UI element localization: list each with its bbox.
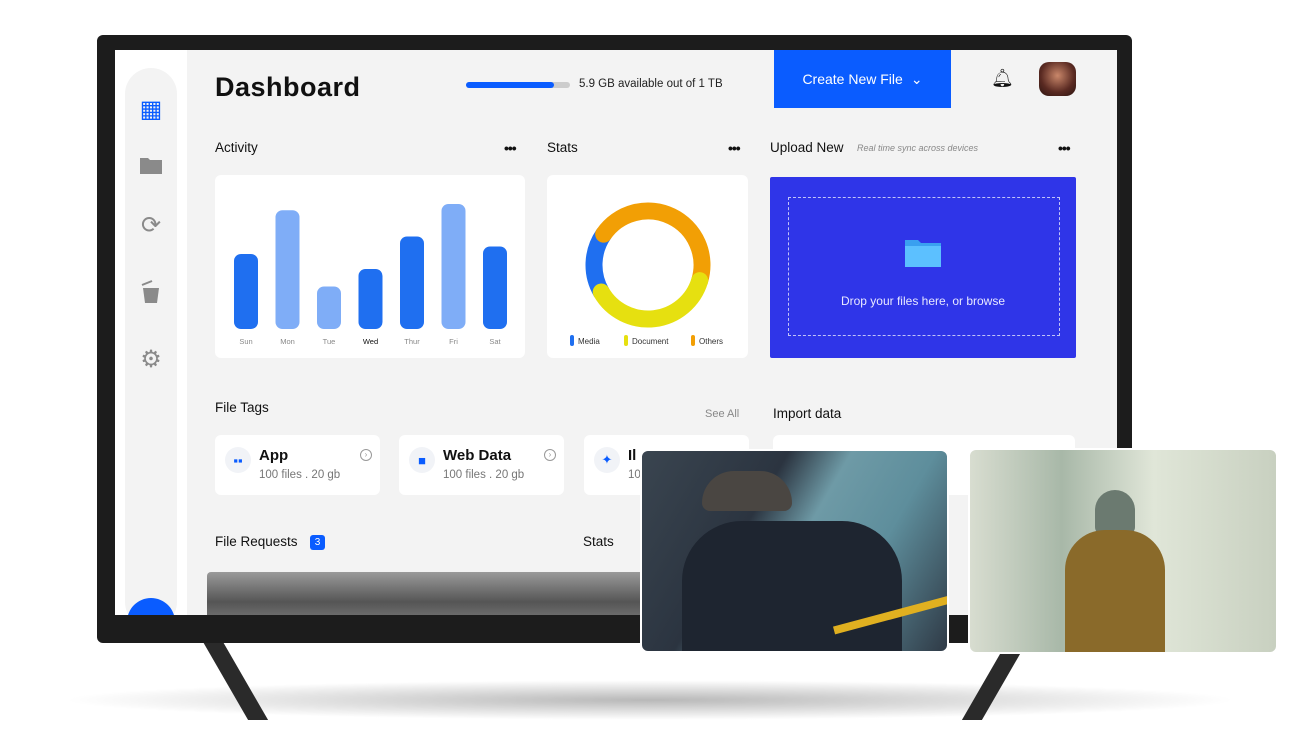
tag-sub: 10 <box>628 469 641 481</box>
page-title: Dashboard <box>215 72 361 102</box>
sidebar: ▦ ⟳ ⚙ <box>115 50 187 615</box>
avatar[interactable] <box>1039 62 1076 96</box>
activity-menu-icon[interactable]: ••• <box>504 140 517 156</box>
stats-title: Stats <box>547 140 578 155</box>
tag-name: App <box>259 447 289 464</box>
bar-fri <box>441 204 466 329</box>
storage-text: 5.9 GB available out of 1 TB <box>579 78 723 90</box>
legend-swatch <box>624 335 628 346</box>
import-data-title: Import data <box>773 406 842 421</box>
dashboard-icon[interactable]: ▦ <box>137 95 165 123</box>
dashboard-screen: ▦ ⟳ ⚙ Dashboard 5.9 GB available out of … <box>115 50 1117 615</box>
legend-swatch <box>691 335 695 346</box>
photo-fishermen <box>640 449 949 653</box>
upload-dropzone[interactable]: Drop your files here, or browse <box>770 177 1076 358</box>
create-new-file-button[interactable]: Create New File ⌄ <box>774 50 951 108</box>
file-tag-web-data[interactable]: ■ Web Data 100 files . 20 gb › <box>399 435 564 495</box>
legend-label: Media <box>578 337 600 346</box>
stats-menu-icon[interactable]: ••• <box>728 140 741 156</box>
legend-label: Others <box>699 337 723 346</box>
folder-icon[interactable] <box>137 151 165 179</box>
bar-sat <box>483 246 507 329</box>
files-icon: ■ <box>409 447 435 473</box>
folder-icon <box>905 240 941 267</box>
file-tags-title: File Tags <box>215 400 269 415</box>
activity-title: Activity <box>215 140 258 155</box>
legend-label: Document <box>632 337 669 346</box>
donut-slice-document <box>592 272 709 328</box>
bar-sun <box>234 254 258 329</box>
bar-thur <box>400 236 424 329</box>
tag-sub: 100 files . 20 gb <box>443 469 525 481</box>
upload-menu-icon[interactable]: ••• <box>1058 140 1071 156</box>
stats-donut-chart: Media Document Others <box>570 202 723 346</box>
storage-progress <box>466 82 570 88</box>
bar-label: Thur <box>404 337 420 346</box>
bar-label: Wed <box>363 337 378 346</box>
bar-label: Fri <box>449 337 458 346</box>
bar-mon <box>275 210 300 329</box>
requests-count-badge: 3 <box>310 535 325 550</box>
settings-icon[interactable]: ⚙ <box>137 345 165 373</box>
donut-slice-media <box>585 225 613 301</box>
magic-icon: ✦ <box>594 447 620 473</box>
sync-icon[interactable]: ⟳ <box>137 211 165 239</box>
create-label: Create New File <box>802 71 903 87</box>
legend-swatch <box>570 335 574 346</box>
chevron-right-icon[interactable]: › <box>360 449 372 461</box>
photo-commuter <box>968 448 1278 654</box>
stats-card: Media Document Others <box>547 175 748 358</box>
donut-slice-others <box>595 202 711 290</box>
tag-sub: 100 files . 20 gb <box>259 469 341 481</box>
bar-label: Sun <box>239 337 252 346</box>
upload-subtitle: Real time sync across devices <box>857 143 979 153</box>
apps-icon: ▪▪ <box>225 447 251 473</box>
file-requests-title: File Requests <box>215 534 298 549</box>
tag-name: Web Data <box>443 447 512 464</box>
upload-title: Upload New <box>770 140 844 155</box>
activity-bar-chart: Sun Mon Tue Wed Thur Fri Sat <box>234 204 507 346</box>
notification-bell-icon[interactable]: 🔔︎ <box>991 68 1014 89</box>
tag-name: Il <box>628 447 637 464</box>
chevron-right-icon[interactable]: › <box>544 449 556 461</box>
stats2-title: Stats <box>583 534 614 549</box>
bar-label: Tue <box>323 337 336 346</box>
see-all-link[interactable]: See All <box>705 408 739 420</box>
file-tag-app[interactable]: ▪▪ App 100 files . 20 gb › <box>215 435 380 495</box>
bar-label: Sat <box>489 337 501 346</box>
activity-card: Sun Mon Tue Wed Thur Fri Sat <box>215 175 525 358</box>
bar-tue <box>317 286 341 329</box>
trash-icon[interactable] <box>137 277 165 305</box>
file-request-image <box>207 572 647 615</box>
chevron-down-icon: ⌄ <box>910 70 923 87</box>
bar-wed <box>358 269 383 329</box>
bar-label: Mon <box>280 337 295 346</box>
drop-text: Drop your files here, or browse <box>840 294 1006 308</box>
